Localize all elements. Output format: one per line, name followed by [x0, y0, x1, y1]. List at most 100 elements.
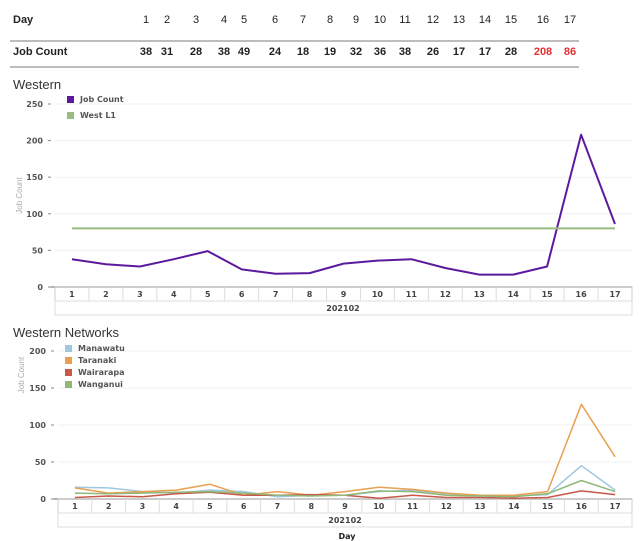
x-tick-label: 11 — [406, 290, 418, 299]
y-tick-label: 0 — [40, 495, 46, 504]
legend-label: Job Count — [79, 95, 124, 104]
table-count-cell: 36 — [373, 46, 387, 58]
table-day-cell: 5 — [240, 14, 248, 26]
x-tick-label: 2 — [103, 290, 109, 299]
table-day-cell: 16 — [536, 14, 550, 26]
x-tick-label: 5 — [205, 290, 211, 299]
table-count-cell: 17 — [452, 46, 466, 58]
x-axis-title: Day — [338, 532, 356, 541]
x-tick-label: 14 — [508, 502, 520, 511]
table-count-cell: 38 — [217, 46, 231, 58]
table-count-cell: 31 — [160, 46, 174, 58]
x-tick-label: 13 — [474, 502, 485, 511]
table-day-cell: 15 — [504, 14, 518, 26]
table-day-cell: 9 — [352, 14, 360, 26]
x-tick-label: 1 — [69, 290, 75, 299]
y-axis-label: Job Count — [17, 356, 26, 393]
table-day-cell: 4 — [220, 14, 228, 26]
legend-swatch — [65, 345, 72, 352]
x-tick-label: 11 — [407, 502, 419, 511]
table-day-cell: 7 — [299, 14, 307, 26]
x-tick-label: 9 — [342, 502, 348, 511]
legend-swatch — [67, 96, 74, 103]
table-count-cell: 38 — [398, 46, 412, 58]
series-line-job-count — [71, 133, 616, 276]
x-tick-label: 12 — [440, 290, 451, 299]
x-tick-label: 16 — [576, 290, 588, 299]
legend-label: Wanganui — [78, 380, 123, 389]
x-tick-label: 4 — [171, 290, 177, 299]
legend-swatch — [65, 357, 72, 364]
table-day-cell: 14 — [478, 14, 492, 26]
x-tick-label: 6 — [241, 502, 247, 511]
x-tick-label: 7 — [275, 502, 281, 511]
table-count-cell: 19 — [323, 46, 337, 58]
table-count-cell: 86 — [563, 46, 577, 58]
x-tick-label: 10 — [372, 290, 384, 299]
series-line-taranaki — [74, 403, 616, 497]
x-tick-label: 14 — [508, 290, 520, 299]
y-tick-label: 250 — [26, 100, 43, 109]
table-day-cell: 6 — [271, 14, 279, 26]
table-count-cell: 18 — [296, 46, 310, 58]
x-tick-label: 3 — [137, 290, 143, 299]
table-row-label-day: Day — [13, 14, 34, 26]
table-day-cell: 12 — [426, 14, 440, 26]
table-count-cell: 28 — [504, 46, 518, 58]
table-count-cell: 32 — [349, 46, 363, 58]
western-networks-chart: 050100150200Job Count1 2 3 4 5 6 7 8 9 10 11 12 13 14… — [17, 344, 633, 541]
legend-swatch — [67, 112, 74, 119]
y-tick-label: 50 — [32, 246, 44, 255]
y-tick-label: 0 — [37, 283, 43, 292]
table-count-cell: 49 — [237, 46, 251, 58]
x-tick-label: 2 — [106, 502, 112, 511]
y-tick-label: 100 — [29, 421, 46, 430]
y-tick-label: 200 — [29, 347, 46, 356]
x-tick-label: 13 — [474, 290, 485, 299]
legend-label: Wairarapa — [78, 368, 125, 377]
y-axis-label: Job Count — [15, 176, 24, 213]
summary-table: Day Job Count 1 38 2 31 3 28 4 38 5 49 6 24 7 18 8 19 9 3… — [0, 0, 641, 70]
x-tick-label: 6 — [239, 290, 245, 299]
table-day-cell: 2 — [163, 14, 171, 26]
table-count-cell: 28 — [189, 46, 203, 58]
x-tick-label: 5 — [207, 502, 213, 511]
table-count-cell: 38 — [139, 46, 153, 58]
series-line-wanganui — [74, 479, 616, 498]
table-day-cell: 8 — [326, 14, 334, 26]
x-tick-label: 8 — [307, 290, 313, 299]
x-tick-label: 12 — [441, 502, 452, 511]
x-tick-label: 16 — [576, 502, 588, 511]
table-count-cell: 208 — [533, 46, 553, 58]
legend-swatch — [65, 381, 72, 388]
x-tick-label: 4 — [173, 502, 179, 511]
legend-swatch — [65, 369, 72, 376]
table-day-cell: 13 — [452, 14, 466, 26]
x-tick-label: 15 — [542, 502, 554, 511]
x-tick-label: 3 — [140, 502, 146, 511]
legend-label: Manawatu — [78, 344, 125, 353]
y-tick-label: 100 — [26, 210, 43, 219]
table-day-cell: 1 — [142, 14, 150, 26]
table-row-label-job-count: Job Count — [13, 46, 68, 58]
x-tick-label: 10 — [373, 502, 385, 511]
x-group-label: 202102 — [328, 516, 361, 525]
y-tick-label: 150 — [29, 384, 46, 393]
table-day-cell: 17 — [563, 14, 577, 26]
x-tick-label: 7 — [273, 290, 279, 299]
table-count-cell: 17 — [478, 46, 492, 58]
y-tick-label: 150 — [26, 173, 43, 182]
x-group-label: 202102 — [326, 304, 359, 313]
legend-label: Taranaki — [78, 356, 117, 365]
x-tick-label: 8 — [308, 502, 314, 511]
x-tick-label: 9 — [341, 290, 347, 299]
table-day-cell: 3 — [192, 14, 200, 26]
table-divider-bottom — [10, 66, 579, 68]
y-tick-label: 200 — [26, 137, 43, 146]
table-count-cell: 24 — [268, 46, 282, 58]
table-divider-top — [10, 40, 579, 42]
x-tick-label: 1 — [72, 502, 78, 511]
x-tick-label: 17 — [610, 502, 621, 511]
x-tick-label: 17 — [609, 290, 620, 299]
legend-label: West L1 — [80, 111, 116, 120]
